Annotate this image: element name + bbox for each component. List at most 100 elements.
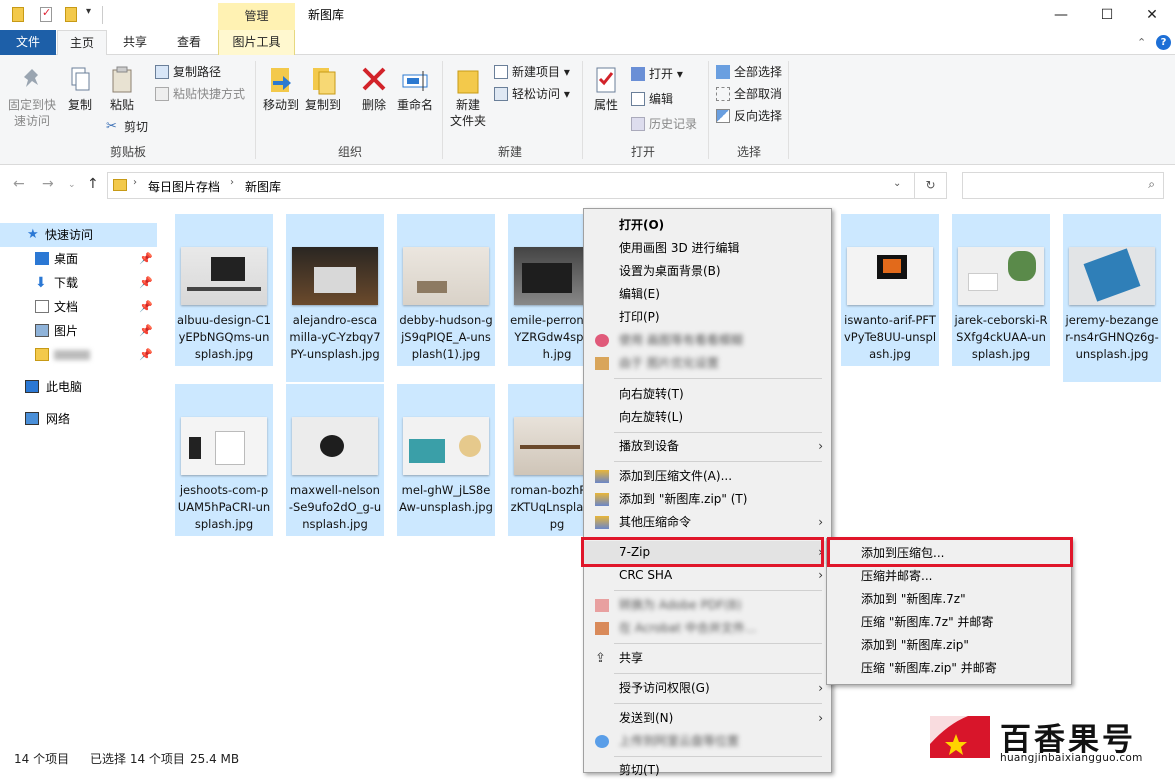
file-tile[interactable]: jarek-ceborski-RSXfg4ckUAA-unsplash.jpg	[952, 214, 1050, 366]
address-bar[interactable]: › 每日图片存档 › 新图库 ⌄	[107, 172, 915, 199]
edit-pencil-icon	[631, 92, 645, 106]
properties-button[interactable]: 属性	[588, 65, 624, 113]
pin-icon: 📌	[139, 348, 153, 361]
back-arrow-icon[interactable]: ←	[13, 176, 25, 192]
nav-item-pictures[interactable]: 图片 📌	[0, 319, 157, 343]
tab-picture-tools[interactable]: 图片工具	[218, 30, 295, 55]
network-icon	[25, 412, 39, 425]
tab-file[interactable]: 文件	[0, 30, 56, 55]
file-tile[interactable]: maxwell-nelson-Se9ufo2dO_g-unsplash.jpg	[286, 384, 384, 536]
paste-button[interactable]: 粘贴	[105, 65, 139, 113]
submenu-item-add-7z[interactable]: 添加到 "新图库.7z"	[827, 588, 1071, 611]
easy-access-button[interactable]: 轻松访问 ▾	[494, 84, 570, 104]
menu-item-cut[interactable]: 剪切(T)	[584, 759, 831, 782]
file-tile[interactable]: jeremy-bezanger-ns4rGHNQz6g-unsplash.jpg	[1063, 214, 1161, 382]
chevron-down-icon[interactable]: ⌄	[893, 178, 901, 189]
tab-home[interactable]: 主页	[57, 30, 107, 56]
nav-item-network[interactable]: 网络	[0, 407, 157, 431]
nav-item-quick-access[interactable]: ★ 快速访问	[0, 223, 157, 247]
file-tile[interactable]: albuu-design-C1yEPbNGQms-unsplash.jpg	[175, 214, 273, 366]
new-folder-icon[interactable]	[65, 7, 77, 22]
invert-selection-button[interactable]: 反向选择	[716, 106, 782, 126]
cut-button[interactable]: ✂ 剪切	[106, 117, 148, 137]
menu-item-grant-access[interactable]: 授予访问权限(G) ›	[584, 677, 831, 700]
menu-item-add-zip[interactable]: 添加到 "新图库.zip" (T)	[584, 488, 831, 511]
desktop-icon	[35, 252, 49, 265]
file-tile[interactable]: debby-hudson-gjS9qPIQE_A-unsplash(1).jpg	[397, 214, 495, 366]
edit-button[interactable]: 编辑	[631, 89, 673, 109]
up-arrow-icon[interactable]: ↑	[87, 176, 99, 192]
collapse-ribbon-icon[interactable]: ⌃	[1137, 36, 1146, 49]
tab-view[interactable]: 查看	[165, 30, 213, 55]
help-icon[interactable]: ?	[1156, 35, 1171, 50]
new-folder-button[interactable]: 新建 文件夹	[448, 65, 488, 129]
folder-icon[interactable]	[12, 7, 24, 22]
select-all-button[interactable]: 全部选择	[716, 62, 782, 82]
menu-item-blurred[interactable]: 使用 画图等有看看模糊	[584, 329, 831, 352]
move-to-button[interactable]: 移动到	[261, 65, 301, 113]
ribbon: 固定到快 速访问 复制 粘贴 复制路径 粘贴快捷方式 ✂ 剪切 剪贴板 移动到 复…	[0, 55, 1175, 165]
new-item-button[interactable]: 新建项目 ▾	[494, 62, 570, 82]
submenu-item-add-zip[interactable]: 添加到 "新图库.zip"	[827, 634, 1071, 657]
menu-item-set-background[interactable]: 设置为桌面背景(B)	[584, 260, 831, 283]
copy-to-button[interactable]: 复制到	[303, 65, 343, 113]
menu-item-blurred[interactable]: 由于 图片优化设置	[584, 352, 831, 375]
divider	[102, 6, 103, 24]
recent-locations-icon[interactable]: ⌄	[68, 180, 76, 190]
submenu-item-compress-zip-email[interactable]: 压缩 "新图库.zip" 并邮寄	[827, 657, 1071, 680]
manage-context-tab[interactable]: 管理	[218, 3, 295, 30]
menu-item-send-to[interactable]: 发送到(N) ›	[584, 707, 831, 730]
menu-item-print[interactable]: 打印(P)	[584, 306, 831, 329]
rename-button[interactable]: 重命名	[395, 65, 435, 113]
file-tile[interactable]: jeshoots-com-pUAM5hPaCRI-unsplash.jpg	[175, 384, 273, 536]
delete-icon	[360, 65, 388, 95]
select-none-button[interactable]: 全部取消	[716, 84, 782, 104]
pin-icon: 📌	[139, 324, 153, 337]
pin-quick-access-button[interactable]: 固定到快 速访问	[6, 65, 58, 129]
file-tile[interactable]: alejandro-escamilla-yC-Yzbqy7PY-unsplash…	[286, 214, 384, 382]
divider	[708, 61, 709, 159]
breadcrumb-item[interactable]: 每日图片存档	[148, 178, 220, 195]
properties-check-icon[interactable]: ✓	[40, 6, 52, 22]
documents-icon	[35, 300, 49, 313]
menu-item-open[interactable]: 打开(O)	[584, 214, 831, 237]
maximize-button[interactable]: ☐	[1084, 0, 1130, 30]
paste-shortcut-button[interactable]: 粘贴快捷方式	[155, 84, 245, 104]
menu-item-rotate-left[interactable]: 向左旋转(L)	[584, 406, 831, 429]
close-button[interactable]: ✕	[1129, 0, 1175, 30]
submenu-item-compress-7z-email[interactable]: 压缩 "新图库.7z" 并邮寄	[827, 611, 1071, 634]
nav-item-documents[interactable]: 文档 📌	[0, 295, 157, 319]
menu-item-rotate-right[interactable]: 向右旋转(T)	[584, 383, 831, 406]
copy-path-button[interactable]: 复制路径	[155, 62, 221, 82]
file-tile[interactable]: iswanto-arif-PFTvPyTe8UU-unsplash.jpg	[841, 214, 939, 366]
nav-item-this-pc[interactable]: 此电脑	[0, 375, 157, 399]
menu-item-crc-sha[interactable]: CRC SHA ›	[584, 564, 831, 587]
group-label-open: 打开	[630, 145, 655, 159]
forward-arrow-icon[interactable]: →	[42, 176, 54, 192]
nav-item-desktop[interactable]: 桌面 📌	[0, 247, 157, 271]
menu-item-edit[interactable]: 编辑(E)	[584, 283, 831, 306]
breadcrumb-item[interactable]: 新图库	[245, 178, 281, 195]
open-button[interactable]: 打开 ▾	[631, 64, 683, 84]
nav-item-blurred-folder[interactable]: 📌	[0, 343, 157, 367]
menu-item-other-compress[interactable]: 其他压缩命令 ›	[584, 511, 831, 534]
chevron-right-icon: ›	[133, 177, 137, 188]
minimize-button[interactable]: —	[1038, 0, 1084, 30]
delete-button[interactable]: 删除	[357, 65, 391, 113]
history-button[interactable]: 历史记录	[631, 114, 697, 134]
refresh-button[interactable]: ↻	[915, 172, 947, 199]
search-input[interactable]: ⌕	[962, 172, 1164, 199]
menu-item-add-archive[interactable]: 添加到压缩文件(A)...	[584, 465, 831, 488]
menu-item-blurred[interactable]: 转换为 Adobe PDF(B)	[584, 594, 831, 617]
nav-item-downloads[interactable]: ⬇ 下载 📌	[0, 271, 157, 295]
submenu-item-compress-email[interactable]: 压缩并邮寄...	[827, 565, 1071, 588]
menu-item-edit-3d[interactable]: 使用画图 3D 进行编辑	[584, 237, 831, 260]
customize-quick-access-icon[interactable]: ▾	[86, 6, 91, 17]
menu-item-blurred[interactable]: 上传到阿里云盘等位置	[584, 730, 831, 753]
tab-share[interactable]: 共享	[112, 30, 158, 55]
file-tile[interactable]: mel-ghW_jLS8eAw-unsplash.jpg	[397, 384, 495, 536]
menu-item-share[interactable]: ⇪ 共享	[584, 647, 831, 670]
copy-button[interactable]: 复制	[63, 65, 97, 113]
menu-item-cast[interactable]: 播放到设备 ›	[584, 435, 831, 458]
menu-item-blurred[interactable]: 在 Acrobat 中合并文件...	[584, 617, 831, 640]
